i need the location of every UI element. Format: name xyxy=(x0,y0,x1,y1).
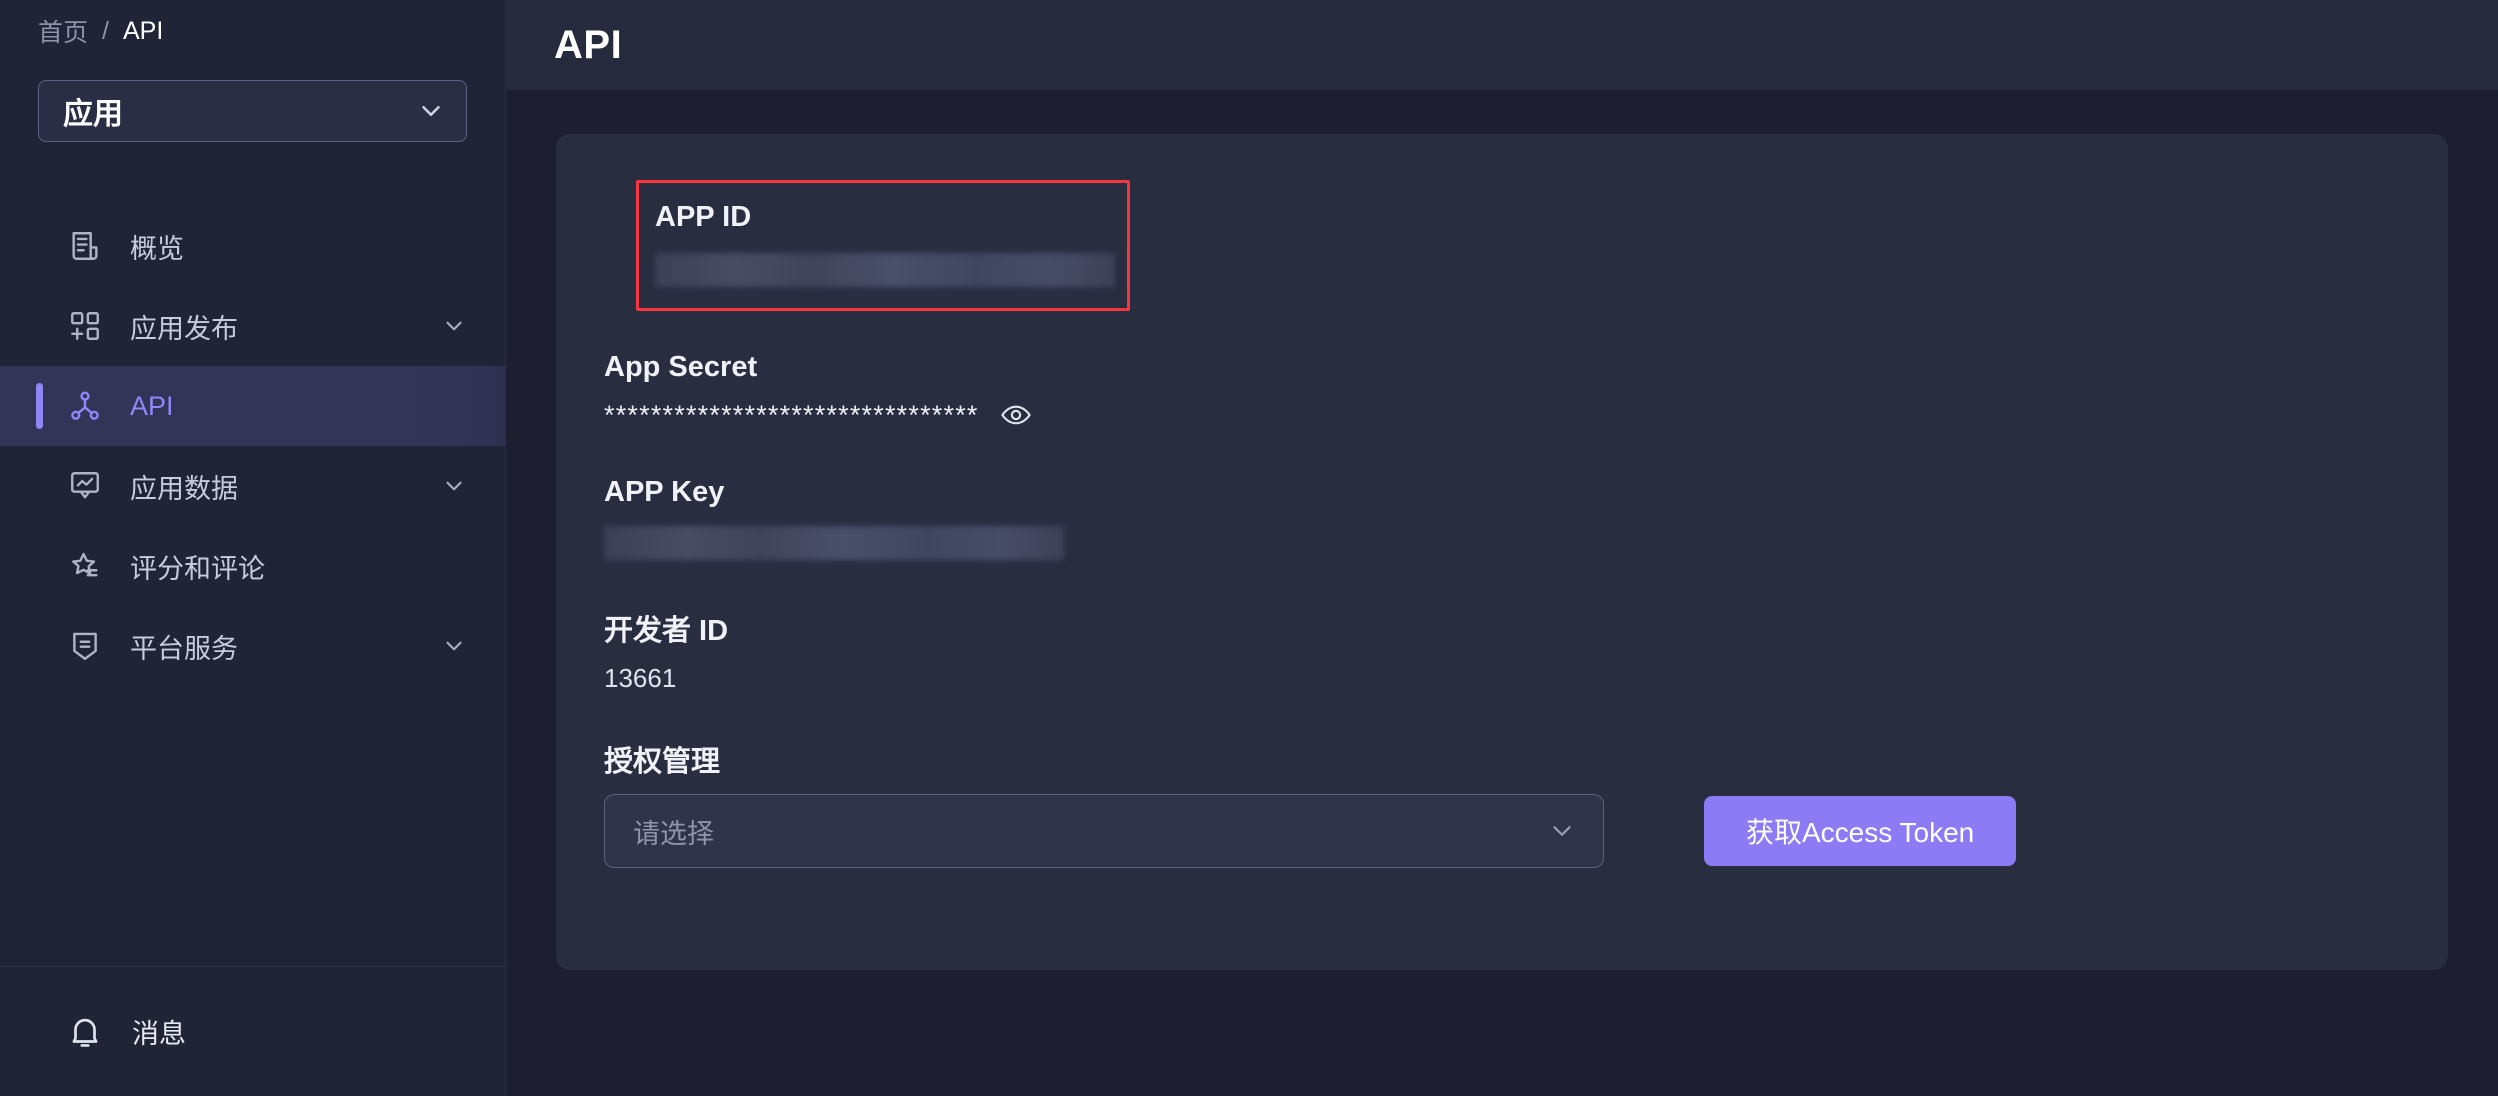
chevron-down-icon[interactable] xyxy=(441,633,467,659)
sidebar-messages-label: 消息 xyxy=(132,1019,186,1049)
sidebar-item-overview[interactable]: 概览 xyxy=(0,206,505,286)
sidebar-item-app-data[interactable]: 应用数据 xyxy=(0,446,505,526)
get-access-token-button[interactable]: 获取Access Token xyxy=(1704,796,2017,866)
breadcrumb: 首页 / API xyxy=(0,0,505,62)
chevron-down-icon xyxy=(1547,816,1577,846)
sidebar-nav: 概览 应用发布 API 应用数据 评分和评论 平台服务 xyxy=(0,206,505,686)
sidebar-item-label: API xyxy=(130,390,174,421)
sidebar-item-api[interactable]: API xyxy=(0,366,505,446)
app-key-value-container[interactable] xyxy=(604,523,2400,563)
sidebar-item-label: 平台服务 xyxy=(130,633,238,664)
auth-management-field: 授权管理 请选择 获取Access Token xyxy=(556,738,2448,868)
chart-board-icon xyxy=(66,467,104,505)
app-secret-masked-value: ******************************** xyxy=(604,399,979,430)
api-info-card: APP ID App Secret **********************… xyxy=(556,134,2448,970)
developer-id-field: 开发者 ID 13661 xyxy=(556,607,2448,694)
sidebar-item-platform-services[interactable]: 平台服务 xyxy=(0,606,505,686)
app-id-field: APP ID xyxy=(556,180,2448,311)
breadcrumb-separator: / xyxy=(102,16,109,45)
main-content: API APP ID App Secret ******************… xyxy=(506,0,2498,1096)
chevron-down-icon xyxy=(416,96,446,126)
sidebar-item-label: 评分和评论 xyxy=(130,553,265,584)
eye-icon[interactable] xyxy=(999,398,1033,432)
app-key-label: APP Key xyxy=(604,476,725,508)
sidebar-item-messages[interactable]: 消息 xyxy=(0,966,505,1096)
app-selector-label: 应用 xyxy=(63,98,123,131)
sidebar-item-label: 应用发布 xyxy=(130,313,238,344)
page-title: API xyxy=(554,22,623,67)
app-root: 首页 / API 应用 概览 应用发布 API 应用数据 评分和评论 平台服务 … xyxy=(0,0,2498,1096)
document-list-icon xyxy=(66,227,104,265)
main-header: API xyxy=(506,0,2498,90)
app-id-redacted-value xyxy=(655,253,1115,287)
sidebar-item-label: 概览 xyxy=(130,233,184,264)
app-key-field: APP Key xyxy=(556,476,2448,563)
app-id-highlight-box: APP ID xyxy=(636,180,1130,311)
breadcrumb-home[interactable]: 首页 xyxy=(38,13,88,49)
app-secret-row: ******************************** xyxy=(604,398,2400,432)
shield-lines-icon xyxy=(66,627,104,665)
app-id-value-container[interactable] xyxy=(655,250,1117,290)
auth-scope-select-placeholder: 请选择 xyxy=(633,818,714,849)
api-node-icon xyxy=(66,387,104,425)
active-indicator-bar xyxy=(36,383,43,429)
app-secret-label: App Secret xyxy=(604,351,758,383)
sidebar-item-ratings-reviews[interactable]: 评分和评论 xyxy=(0,526,505,606)
chevron-down-icon[interactable] xyxy=(441,313,467,339)
bell-icon xyxy=(66,1013,104,1051)
auth-management-row: 请选择 获取Access Token xyxy=(604,794,2400,868)
sidebar-item-label: 应用数据 xyxy=(130,473,238,504)
app-secret-field: App Secret *****************************… xyxy=(556,351,2448,432)
developer-id-value: 13661 xyxy=(604,663,677,693)
grid-plus-icon xyxy=(66,307,104,345)
app-selector-dropdown[interactable]: 应用 xyxy=(38,80,467,142)
star-list-icon xyxy=(66,547,104,585)
auth-management-label: 授权管理 xyxy=(604,746,721,778)
chevron-down-icon[interactable] xyxy=(441,473,467,499)
app-id-label: APP ID xyxy=(655,201,752,233)
sidebar-item-app-publish[interactable]: 应用发布 xyxy=(0,286,505,366)
developer-id-label: 开发者 ID xyxy=(604,615,729,647)
app-key-redacted-value xyxy=(604,526,1064,560)
main-body: APP ID App Secret **********************… xyxy=(506,90,2498,1096)
breadcrumb-current: API xyxy=(122,16,164,45)
sidebar: 首页 / API 应用 概览 应用发布 API 应用数据 评分和评论 平台服务 … xyxy=(0,0,506,1096)
auth-scope-select[interactable]: 请选择 xyxy=(604,794,1604,868)
